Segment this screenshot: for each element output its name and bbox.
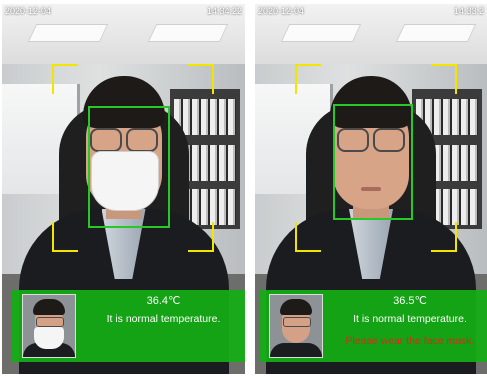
binders — [174, 99, 236, 135]
mask-warning: Please wear the face mask. — [345, 335, 475, 347]
ceiling-light — [280, 24, 362, 42]
date-label: 2020-12-04 — [5, 6, 52, 16]
frame-corner-bottom-left — [52, 222, 78, 252]
face-detection-box — [88, 106, 170, 228]
date-label: 2020-12-04 — [258, 6, 305, 16]
captured-face-thumbnail — [269, 294, 323, 358]
temperature-panel: 36.4℃ It is normal temperature. — [12, 290, 245, 362]
camera-screen-right: 2020-12-04 14:33:2 36.5℃ It is normal te… — [255, 4, 487, 374]
time-label: 14:33:2 — [453, 6, 484, 16]
status-message: It is normal temperature. — [106, 313, 221, 325]
thumb-hair — [33, 299, 65, 315]
status-bar: 2020-12-04 14:34:22 — [2, 4, 245, 18]
ceiling-light — [147, 24, 229, 42]
frame-corner-top-right — [431, 64, 457, 94]
face-detection-box — [333, 104, 413, 220]
frame-corner-bottom-left — [295, 222, 321, 252]
ceiling-light — [395, 24, 477, 42]
frame-corner-top-left — [295, 64, 321, 94]
thumb-hair — [280, 299, 312, 315]
frame-corner-top-left — [52, 64, 78, 94]
thumb-glasses — [36, 317, 64, 327]
frame-corner-top-right — [188, 64, 214, 94]
frame-corner-bottom-right — [431, 222, 457, 252]
camera-screen-left: 2020-12-04 14:34:22 36.4℃ It is normal t… — [2, 4, 245, 374]
thumb-glasses — [283, 317, 311, 327]
ceiling-light — [27, 24, 109, 42]
captured-face-thumbnail — [22, 294, 76, 358]
frame-corner-bottom-right — [188, 222, 214, 252]
temperature-reading: 36.5℃ — [393, 295, 427, 307]
temperature-panel: 36.5℃ It is normal temperature. Please w… — [259, 290, 487, 362]
status-message: It is normal temperature. — [353, 313, 467, 325]
thumb-mask — [34, 327, 64, 349]
temperature-reading: 36.4℃ — [146, 295, 181, 307]
thumb-body — [270, 343, 322, 357]
status-bar: 2020-12-04 14:33:2 — [255, 4, 487, 18]
time-label: 14:34:22 — [206, 6, 242, 16]
